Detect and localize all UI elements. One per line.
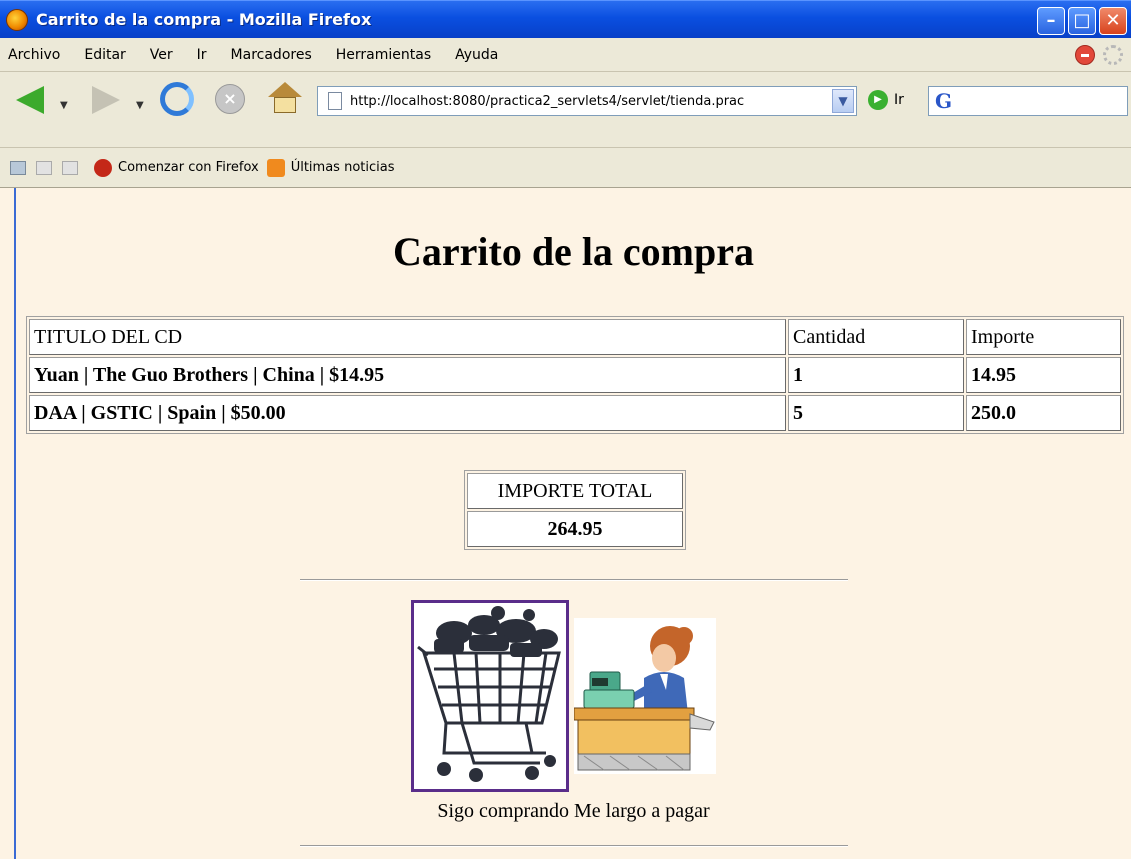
bookmarks-toolbar: Comenzar con Firefox Últimas noticias bbox=[0, 148, 1131, 188]
back-arrow-icon[interactable] bbox=[16, 86, 44, 114]
paste-icon[interactable] bbox=[62, 160, 78, 175]
window-controls: – □ ✕ bbox=[1037, 7, 1127, 35]
pay-link[interactable]: Me largo a pagar bbox=[574, 800, 710, 822]
forward-dropdown-icon[interactable]: ▼ bbox=[136, 100, 144, 111]
cell-amount: 14.95 bbox=[966, 357, 1121, 393]
home-icon[interactable] bbox=[268, 82, 302, 114]
table-row: DAA | GSTIC | Spain | $50.00 5 250.0 bbox=[29, 395, 1121, 431]
page-icon bbox=[328, 92, 342, 110]
header-titulo: TITULO DEL CD bbox=[29, 319, 786, 355]
firefox-bookmark-icon bbox=[94, 158, 112, 177]
menu-marcadores[interactable]: Marcadores bbox=[219, 47, 324, 63]
menu-ayuda[interactable]: Ayuda bbox=[443, 47, 510, 63]
shopping-cart-image-link[interactable] bbox=[411, 600, 569, 792]
url-text[interactable]: http://localhost:8080/practica2_servlets… bbox=[350, 94, 810, 109]
maximize-button[interactable]: □ bbox=[1068, 7, 1096, 35]
menu-bar: Archivo Editar Ver Ir Marcadores Herrami… bbox=[0, 38, 1131, 72]
image-captions: Sigo comprando Me largo a pagar bbox=[16, 800, 1131, 823]
go-icon: ▶ bbox=[868, 90, 888, 110]
page-title: Carrito de la compra bbox=[392, 229, 754, 274]
cell-amount: 250.0 bbox=[966, 395, 1121, 431]
cell-title: DAA | GSTIC | Spain | $50.00 bbox=[29, 395, 786, 431]
header-cantidad: Cantidad bbox=[788, 319, 964, 355]
window-title: Carrito de la compra - Mozilla Firefox bbox=[36, 10, 372, 29]
bookmark-ultimas-noticias[interactable]: Últimas noticias bbox=[291, 160, 395, 175]
menu-ver[interactable]: Ver bbox=[138, 47, 185, 63]
minimize-button[interactable]: – bbox=[1037, 7, 1065, 35]
throbber-icon bbox=[1103, 45, 1123, 65]
google-search-icon[interactable]: G bbox=[935, 89, 952, 113]
table-header-row: TITULO DEL CD Cantidad Importe bbox=[29, 319, 1121, 355]
update-icon[interactable] bbox=[1075, 45, 1095, 65]
copy-icon[interactable] bbox=[36, 160, 52, 175]
cell-quantity: 5 bbox=[788, 395, 964, 431]
url-bar[interactable]: http://localhost:8080/practica2_servlets… bbox=[317, 86, 857, 116]
new-tab-icon[interactable] bbox=[10, 160, 26, 175]
divider bbox=[300, 579, 848, 581]
back-dropdown-icon[interactable]: ▼ bbox=[60, 100, 68, 111]
total-value: 264.95 bbox=[467, 511, 683, 547]
page-content: Carrito de la compra TITULO DEL CD Canti… bbox=[14, 188, 1131, 859]
continue-shopping-link[interactable]: Sigo comprando bbox=[437, 800, 569, 822]
rss-icon bbox=[266, 158, 285, 177]
go-button[interactable]: ▶ Ir bbox=[868, 90, 904, 110]
navigation-toolbar: ▼ ▼ × http://localhost:8080/practica2_se… bbox=[0, 72, 1131, 148]
cashier-image-link[interactable] bbox=[573, 618, 716, 774]
total-table: IMPORTE TOTAL 264.95 bbox=[464, 470, 686, 550]
firefox-icon bbox=[6, 8, 28, 31]
forward-arrow-icon[interactable] bbox=[92, 86, 120, 114]
search-input[interactable]: G bbox=[928, 86, 1128, 116]
menu-ir[interactable]: Ir bbox=[185, 47, 219, 63]
header-importe: Importe bbox=[966, 319, 1121, 355]
reload-icon[interactable] bbox=[160, 82, 194, 116]
menu-editar[interactable]: Editar bbox=[72, 47, 137, 63]
divider bbox=[300, 845, 848, 847]
go-label: Ir bbox=[894, 92, 904, 108]
total-label: IMPORTE TOTAL bbox=[467, 473, 683, 509]
window-titlebar: Carrito de la compra - Mozilla Firefox –… bbox=[0, 0, 1131, 38]
cell-title: Yuan | The Guo Brothers | China | $14.95 bbox=[29, 357, 786, 393]
bookmark-comenzar-firefox[interactable]: Comenzar con Firefox bbox=[118, 160, 259, 175]
menu-herramientas[interactable]: Herramientas bbox=[324, 47, 443, 63]
table-row: Yuan | The Guo Brothers | China | $14.95… bbox=[29, 357, 1121, 393]
menu-archivo[interactable]: Archivo bbox=[0, 47, 72, 63]
url-dropdown-icon[interactable]: ▼ bbox=[832, 89, 854, 113]
cell-quantity: 1 bbox=[788, 357, 964, 393]
stop-icon[interactable]: × bbox=[215, 84, 245, 114]
cart-table: TITULO DEL CD Cantidad Importe Yuan | Th… bbox=[26, 316, 1124, 434]
close-button[interactable]: ✕ bbox=[1099, 7, 1127, 35]
